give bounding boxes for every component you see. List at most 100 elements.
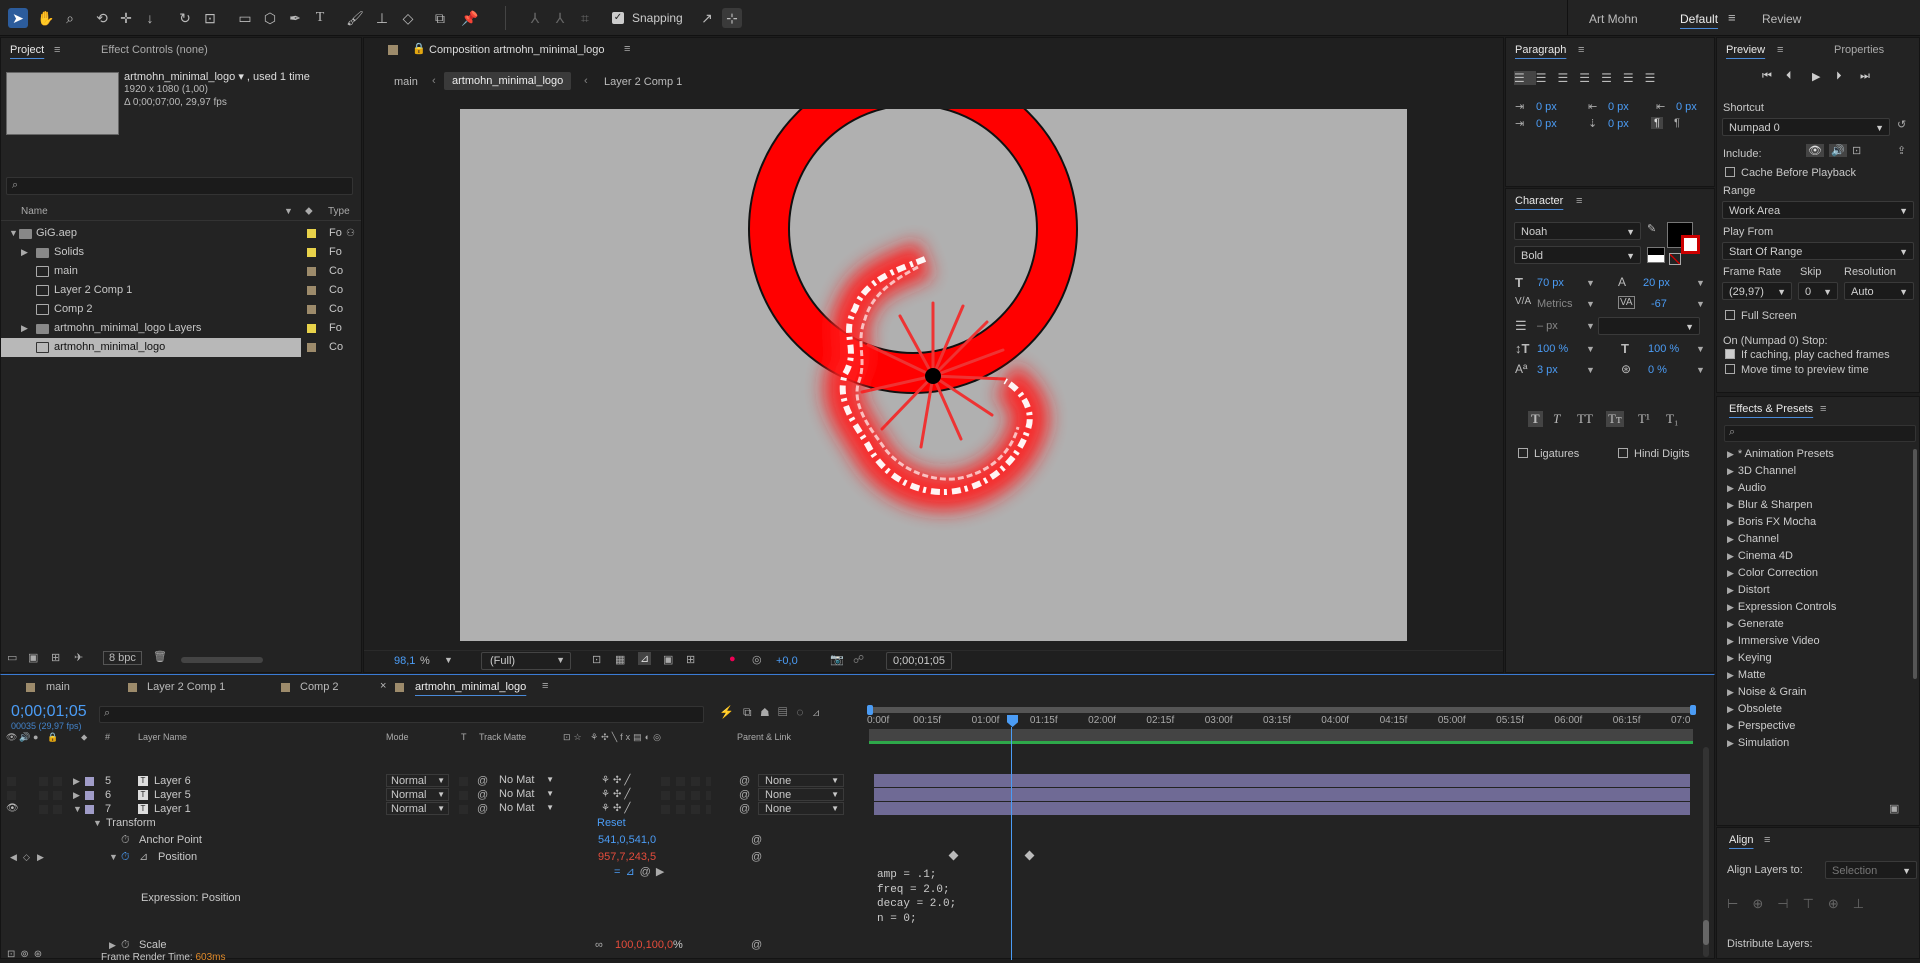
layer-switches[interactable]: ⚘✣╱ <box>601 774 633 788</box>
project-row[interactable]: Layer 2 Comp 1 Co <box>1 281 361 300</box>
roto-brush-tool-icon[interactable]: ⧉ <box>430 8 450 28</box>
motion-blur-icon[interactable]: ◌ <box>796 705 812 719</box>
bit-depth-button[interactable]: 8 bpc <box>103 651 142 665</box>
enable-expression-icon[interactable]: = <box>614 866 625 878</box>
constrain-proportions-icon[interactable]: ∞ <box>595 938 603 952</box>
space-after-value[interactable]: 0 px <box>1608 118 1629 130</box>
track-matte-dropdown[interactable]: No Mat ▼ <box>495 802 557 815</box>
project-row[interactable]: ▶ Solids Fo <box>1 243 361 262</box>
font-size-value[interactable]: 70 px <box>1537 277 1564 289</box>
frame-blending-icon[interactable]: ▤ <box>778 705 796 719</box>
vertical-scale-value[interactable]: 100 % <box>1537 343 1568 355</box>
label-column-icon[interactable]: ⬥ <box>305 205 313 218</box>
orbit-tool-icon[interactable]: ⟲ <box>92 8 112 28</box>
guides-icon[interactable]: ⊞ <box>686 653 695 666</box>
column-name[interactable]: Name <box>21 206 48 217</box>
align-bottom-edge-icon[interactable]: ⊥ <box>1853 896 1878 911</box>
comp-lock-icon[interactable] <box>388 45 398 55</box>
pick-whip-icon[interactable]: @ <box>739 788 750 802</box>
prev-keyframe-icon[interactable]: ◀ <box>10 850 17 864</box>
align-right-icon[interactable]: ☰ <box>1558 71 1580 85</box>
zoom-value[interactable]: 98,1 <box>394 655 415 667</box>
effects-category[interactable]: ▶ Simulation <box>1727 736 1789 747</box>
close-icon[interactable]: × <box>380 680 386 692</box>
effects-category[interactable]: ▶ Keying <box>1727 651 1772 665</box>
no-color-icon[interactable] <box>1669 253 1681 265</box>
clone-stamp-tool-icon[interactable]: ⊥ <box>372 8 392 28</box>
full-screen-checkbox[interactable]: Full Screen <box>1725 310 1797 322</box>
project-row[interactable]: ▼ GiG.aep Fo ⚇ <box>1 224 361 243</box>
resolution-dropdown[interactable]: (Full) ▼ <box>481 652 571 670</box>
preview-menu-icon[interactable]: ≡ <box>1777 44 1783 56</box>
project-menu-icon[interactable]: ≡ <box>54 44 60 56</box>
align-to-dropdown[interactable]: Selection ▼ <box>1825 861 1917 879</box>
effects-category[interactable]: ▶ Boris FX Mocha <box>1727 515 1816 529</box>
export-icon[interactable]: ⇪ <box>1897 144 1906 157</box>
justify-all-icon[interactable]: ☰ <box>1645 71 1667 85</box>
tab-effect-controls[interactable]: Effect Controls (none) <box>101 38 208 62</box>
parent-dropdown[interactable]: None ▼ <box>758 788 844 801</box>
switch-toggles[interactable] <box>661 805 711 814</box>
expression-editor[interactable]: amp = .1; freq = 2.0; decay = 2.0; n = 0… <box>877 868 1397 928</box>
include-audio-icon[interactable]: 🔊 <box>1829 144 1847 157</box>
eyedropper-icon[interactable]: ✎ <box>1647 222 1656 235</box>
position-value[interactable]: 957,7,243,5 <box>598 850 656 864</box>
hand-tool-icon[interactable]: ✋ <box>36 8 56 28</box>
stroke-color-swatch[interactable] <box>1681 235 1700 254</box>
transparency-grid-icon[interactable]: ▦ <box>615 653 625 666</box>
work-area-start[interactable] <box>867 705 873 715</box>
flowchart-icon[interactable]: ⚇ <box>346 224 355 243</box>
hindi-digits-checkbox[interactable]: Hindi Digits <box>1618 448 1690 460</box>
include-video-icon[interactable]: 👁 <box>1806 144 1824 157</box>
color-management-icon[interactable]: ◎ <box>752 653 762 666</box>
pan-behind-tool-icon[interactable]: ⊡ <box>200 8 220 28</box>
pick-whip-icon[interactable]: @ <box>751 850 762 864</box>
tracking-dropdown-icon[interactable]: ▼ <box>1696 299 1705 309</box>
rectangle-tool-icon[interactable]: ▭ <box>235 8 255 28</box>
rotation-tool-icon[interactable]: ↻ <box>175 8 195 28</box>
timeline-tab-layer-2-comp-1[interactable]: Layer 2 Comp 1 <box>147 681 225 693</box>
anchor-point-row[interactable]: ⏱ Anchor Point 541,0,541,0 @ <box>1 833 1541 847</box>
effects-search-input[interactable]: ⌕ <box>1724 425 1916 442</box>
resolution-dropdown[interactable]: Auto ▼ <box>1844 282 1914 300</box>
play-icon[interactable]: ▶ <box>1812 70 1820 83</box>
anchor-point-value[interactable]: 541,0,541,0 <box>598 833 656 847</box>
visibility-toggle[interactable] <box>7 777 16 786</box>
scale-row[interactable]: ▶ ⏱ Scale ∞ 100,0,100,0 % @ <box>1 938 1541 952</box>
black-white-swatch-icon[interactable] <box>1647 247 1665 263</box>
font-size-dropdown-icon[interactable]: ▼ <box>1586 278 1595 288</box>
transform-group[interactable]: ▼ Transform Reset <box>1 816 1541 830</box>
eraser-tool-icon[interactable]: ◇ <box>398 8 418 28</box>
solo-toggle[interactable] <box>39 791 48 800</box>
effects-category[interactable]: ▶ * Animation Presets <box>1727 447 1834 461</box>
stroke-style-dropdown[interactable]: ▼ <box>1598 317 1700 335</box>
toggle-modes-icon[interactable]: ⊚ <box>20 949 33 960</box>
effects-category[interactable]: ▶ Expression Controls <box>1727 600 1836 614</box>
paragraph-menu-icon[interactable]: ≡ <box>1578 44 1584 56</box>
lock-icon[interactable]: 🔒 <box>412 42 426 55</box>
cache-checkbox[interactable]: Cache Before Playback <box>1725 167 1856 179</box>
indent-right-value[interactable]: 0 px <box>1676 101 1697 113</box>
project-row[interactable]: Comp 2 Co <box>1 300 361 319</box>
ligatures-checkbox[interactable]: Ligatures <box>1518 448 1579 460</box>
stopwatch-active-icon[interactable]: ⏱ <box>121 850 130 864</box>
dolly-tool-icon[interactable]: ↓ <box>140 8 160 28</box>
effects-category[interactable]: ▶ Generate <box>1727 617 1784 631</box>
effects-scrollbar[interactable] <box>1913 449 1917 679</box>
project-row-selected[interactable]: artmohn_minimal_logo <box>1 338 301 357</box>
exposure-value[interactable]: +0,0 <box>776 655 798 667</box>
frame-rate-dropdown[interactable]: (29,97) ▼ <box>1722 282 1792 300</box>
last-frame-icon[interactable]: ⏭ <box>1860 70 1870 83</box>
timeline-tab-artmohn-minimal-logo[interactable]: artmohn_minimal_logo <box>415 681 526 693</box>
baseline-shift-value[interactable]: 3 px <box>1537 364 1558 376</box>
kerning-value[interactable]: Metrics <box>1537 298 1572 310</box>
first-frame-icon[interactable]: ⏮ <box>1762 70 1772 83</box>
visibility-toggle[interactable] <box>7 791 16 800</box>
justify-last-left-icon[interactable]: ☰ <box>1579 71 1601 85</box>
t-toggle[interactable] <box>459 777 468 786</box>
work-area-end[interactable] <box>1690 705 1696 715</box>
snapping-checkbox[interactable]: ✓ <box>612 12 624 24</box>
character-menu-icon[interactable]: ≡ <box>1576 195 1582 207</box>
align-right-edge-icon[interactable]: ⊣ <box>1777 896 1802 911</box>
tab-properties[interactable]: Properties <box>1834 38 1884 62</box>
